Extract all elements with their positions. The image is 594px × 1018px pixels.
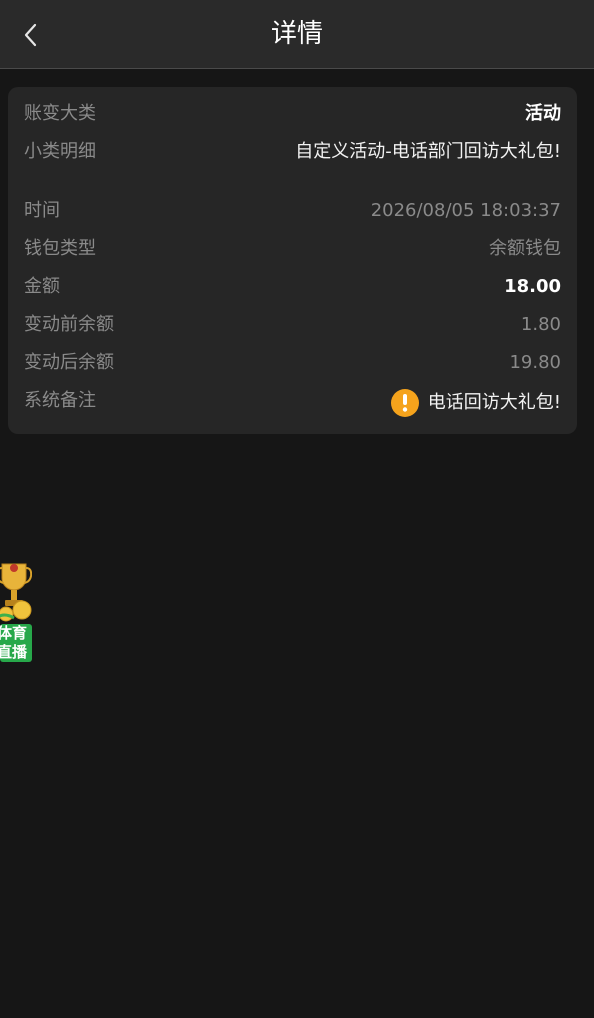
balance-after-value: 19.80 (509, 352, 561, 373)
transaction-detail-card: 账变大类 活动 小类明细 自定义活动-电话部门回访大礼包! 时间 2026/08… (8, 87, 577, 434)
detail-screen: 详情 账变大类 活动 小类明细 自定义活动-电话部门回访大礼包! 时间 2026… (0, 0, 594, 1018)
sports-live-label-line2: 直播 (0, 643, 28, 661)
amount-label: 金额 (24, 276, 60, 297)
warning-icon (390, 389, 419, 417)
subcategory-label: 小类明细 (24, 141, 96, 162)
subcategory-value: 自定义活动-电话部门回访大礼包! (295, 141, 561, 162)
sports-live-floating-button[interactable]: 体育 直播 (0, 560, 36, 664)
balance-after-label: 变动后余额 (24, 352, 114, 373)
remark-value: 电话回访大礼包! (427, 392, 561, 413)
time-value: 2026/08/05 18:03:37 (370, 200, 561, 221)
wallet-type-value: 余额钱包 (489, 238, 561, 259)
sports-live-label: 体育 直播 (0, 624, 32, 662)
time-label: 时间 (24, 200, 60, 221)
balance-before-label: 变动前余额 (24, 314, 114, 335)
amount-value: 18.00 (504, 276, 561, 297)
page-title: 详情 (270, 19, 323, 49)
trophy-icon (0, 563, 32, 622)
balance-before-value: 1.80 (520, 314, 561, 335)
wallet-type-label: 钱包类型 (24, 238, 96, 259)
sports-live-label-line1: 体育 (0, 624, 28, 642)
remark-label: 系统备注 (24, 390, 96, 411)
remark-value-group: 电话回访大礼包! (390, 389, 561, 417)
category-label: 账变大类 (24, 103, 96, 124)
category-value: 活动 (525, 103, 561, 124)
navigation-bar: 详情 (0, 0, 594, 69)
